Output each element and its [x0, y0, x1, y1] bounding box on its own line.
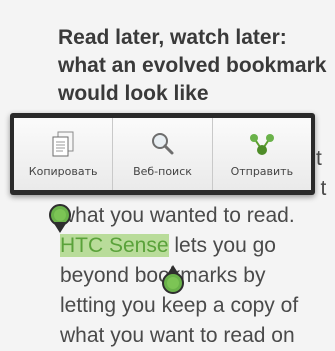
copy-label: Копировать — [28, 165, 98, 178]
body-line-2-rest: lets you go — [168, 234, 276, 257]
text-selection-toolbar: Копировать Веб-поиск Отправить — [10, 113, 315, 195]
article-title: Read later, watch later: what an evolved… — [58, 24, 335, 108]
selected-text[interactable]: HTC Sense — [60, 234, 169, 257]
title-line-2: what an evolved bookmark — [58, 54, 327, 77]
handle-end-icon — [162, 265, 184, 294]
share-label: Отправить — [230, 165, 294, 178]
selection-handle-start[interactable] — [49, 204, 71, 239]
web-search-button[interactable]: Веб-поиск — [113, 118, 213, 190]
title-line-1: Read later, watch later: — [58, 26, 287, 49]
copy-icon — [52, 131, 74, 157]
handle-start-icon — [49, 204, 71, 233]
search-icon — [152, 133, 174, 155]
toolbar-buttons: Копировать Веб-поиск Отправить — [14, 118, 311, 190]
body-line-2[interactable]: HTC Sense lets you go — [60, 232, 276, 260]
selection-handle-end[interactable] — [162, 264, 184, 301]
web-search-label: Веб-поиск — [133, 165, 192, 178]
share-icon — [249, 134, 274, 155]
copy-button[interactable]: Копировать — [14, 118, 114, 190]
body-line-1: what you wanted to read. — [60, 204, 295, 227]
share-button[interactable]: Отправить — [213, 118, 311, 190]
body-line-5: what you want to read on — [60, 324, 295, 347]
title-line-3: would look like — [58, 82, 209, 105]
